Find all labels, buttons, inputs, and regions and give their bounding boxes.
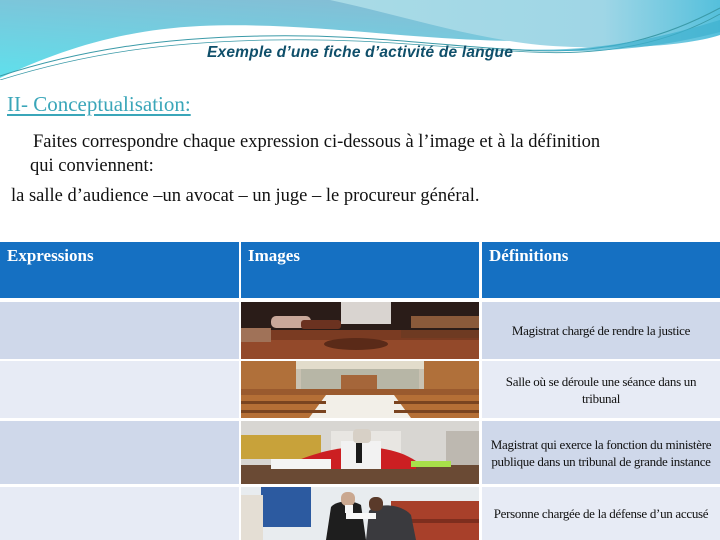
prosecutor-in-robes-image: [241, 421, 479, 484]
definition-cell-4: Personne chargée de la défense d’un accu…: [482, 487, 720, 540]
instruction-line-1: Faites correspondre chaque expression ci…: [33, 132, 601, 152]
courtroom-image: [241, 361, 479, 418]
slide-title: Exemple d’une fiche d’activité de langue: [206, 44, 514, 61]
lawyer-with-client-image: [241, 487, 479, 540]
definition-cell-3: Magistrat qui exerce la fonction du mini…: [482, 421, 720, 484]
instruction-line-2: qui conviennent:: [30, 156, 154, 176]
expression-cell-4[interactable]: [0, 487, 239, 540]
expression-cell-3[interactable]: [0, 421, 239, 484]
header-banner: [0, 0, 720, 81]
definition-cell-2: Salle où se déroule une séance dans un t…: [482, 361, 720, 418]
header-images: Images: [241, 242, 479, 298]
wave-decoration: [0, 0, 720, 81]
expression-word-list: la salle d’audience –un avocat – un juge…: [11, 186, 480, 206]
definition-cell-1: Magistrat chargé de rendre la justice: [482, 302, 720, 359]
header-expressions: Expressions: [0, 242, 239, 298]
instruction-text: Faites correspondre chaque expression ci…: [30, 130, 710, 178]
section-heading: II- Conceptualisation:: [7, 92, 191, 116]
judge-gavel-image: [241, 302, 479, 359]
expression-cell-1[interactable]: [0, 302, 239, 359]
header-definitions: Définitions: [482, 242, 720, 298]
expression-cell-2[interactable]: [0, 361, 239, 418]
